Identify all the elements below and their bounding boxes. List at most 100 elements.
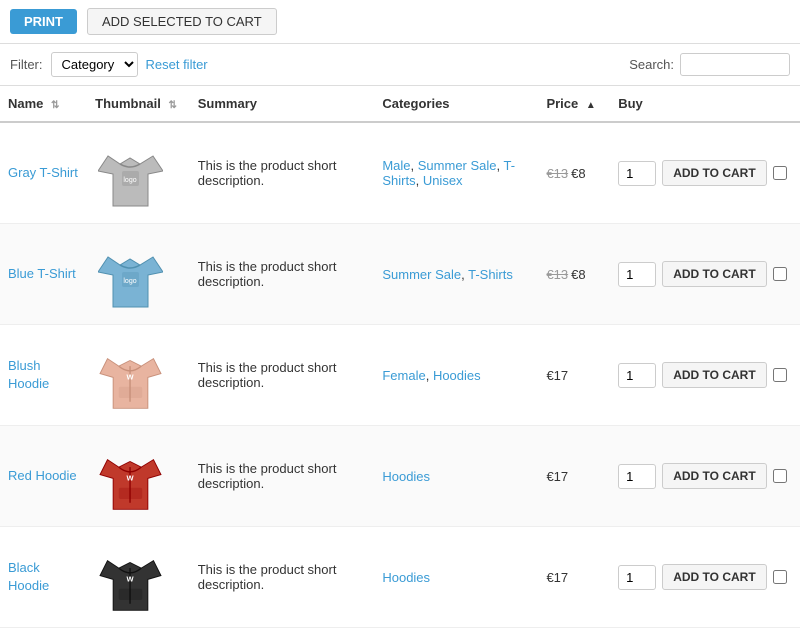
search-label: Search: [629,57,674,72]
svg-text:logo: logo [123,177,136,184]
price-sale: €8 [571,267,585,282]
product-thumbnail: W [95,335,165,415]
price-cell: €17 [538,527,610,628]
buy-cell: ADD TO CART [610,325,800,426]
summary-cell: This is the product short description. [190,527,375,628]
th-price-sort-icon: ▲ [586,100,596,111]
row-select-checkbox[interactable] [773,469,787,483]
product-summary: This is the product short description. [198,259,337,289]
category-link[interactable]: Summer Sale [382,267,461,282]
name-cell: Gray T-Shirt [0,122,87,224]
product-summary: This is the product short description. [198,461,337,491]
buy-cell: ADD TO CART [610,224,800,325]
product-thumbnail: W [95,537,165,617]
th-name[interactable]: Name ⇅ [0,86,87,122]
svg-text:W: W [126,473,134,482]
category-link[interactable]: Unisex [423,173,463,188]
quantity-input[interactable] [618,464,656,489]
product-thumbnail: W [95,436,165,516]
category-link[interactable]: Female [382,368,425,383]
categories-cell: Female, Hoodies [374,325,538,426]
filter-label: Filter: [10,57,43,72]
thumbnail-cell: logo [87,122,190,224]
table-header: Name ⇅ Thumbnail ⇅ Summary Categories Pr… [0,86,800,122]
product-thumbnail: logo [95,234,165,314]
categories-cell: Hoodies [374,426,538,527]
thumbnail-cell: logo [87,224,190,325]
row-select-checkbox[interactable] [773,368,787,382]
category-link[interactable]: Male [382,158,410,173]
product-summary: This is the product short description. [198,158,337,188]
filter-bar: Filter: Category Reset filter Search: [0,44,800,86]
name-cell: Blue T-Shirt [0,224,87,325]
product-name-link[interactable]: Red Hoodie [8,468,77,483]
product-name-link[interactable]: Blue T-Shirt [8,266,76,281]
quantity-input[interactable] [618,363,656,388]
add-to-cart-button[interactable]: ADD TO CART [662,261,766,287]
category-link[interactable]: T-Shirts [468,267,513,282]
th-buy: Buy [610,86,800,122]
svg-text:W: W [126,574,134,583]
th-name-sort-icon: ⇅ [51,100,59,111]
price-sale: €17 [546,469,568,484]
svg-text:logo: logo [123,278,136,285]
search-input[interactable] [680,53,790,76]
th-name-label: Name [8,96,43,111]
search-area: Search: [629,53,790,76]
print-button[interactable]: PRINT [10,9,77,34]
categories-cell: Summer Sale, T-Shirts [374,224,538,325]
table-row: Blue T-Shirt logo This is the product sh… [0,224,800,325]
th-categories-label: Categories [382,96,449,111]
th-thumbnail[interactable]: Thumbnail ⇅ [87,86,190,122]
quantity-input[interactable] [618,262,656,287]
table-row: Black Hoodie W This is the product short… [0,527,800,628]
categories-cell: Male, Summer Sale, T-Shirts, Unisex [374,122,538,224]
price-cell: €13€8 [538,122,610,224]
category-select[interactable]: Category [51,52,138,77]
buy-cell: ADD TO CART [610,122,800,224]
price-sale: €8 [571,166,585,181]
product-name-link[interactable]: Black Hoodie [8,560,49,593]
add-to-cart-button[interactable]: ADD TO CART [662,160,766,186]
product-name-link[interactable]: Gray T-Shirt [8,165,78,180]
product-summary: This is the product short description. [198,562,337,592]
reset-filter-link[interactable]: Reset filter [146,57,208,72]
th-thumbnail-label: Thumbnail [95,96,161,111]
th-thumbnail-sort-icon: ⇅ [169,100,177,111]
price-sale: €17 [546,570,568,585]
th-categories: Categories [374,86,538,122]
table-row: Gray T-Shirt logo This is the product sh… [0,122,800,224]
price-sale: €17 [546,368,568,383]
table-row: Red Hoodie W This is the product short d… [0,426,800,527]
add-to-cart-button[interactable]: ADD TO CART [662,564,766,590]
category-link[interactable]: Hoodies [433,368,481,383]
quantity-input[interactable] [618,565,656,590]
row-select-checkbox[interactable] [773,570,787,584]
thumbnail-cell: W [87,325,190,426]
category-link[interactable]: Summer Sale [418,158,497,173]
svg-text:W: W [126,372,134,381]
price-cell: €17 [538,325,610,426]
add-selected-button[interactable]: ADD SELECTED TO CART [87,8,277,35]
row-select-checkbox[interactable] [773,166,787,180]
product-thumbnail: logo [95,133,165,213]
categories-cell: Hoodies [374,527,538,628]
row-select-checkbox[interactable] [773,267,787,281]
th-price[interactable]: Price ▲ [538,86,610,122]
th-buy-label: Buy [618,96,643,111]
buy-cell: ADD TO CART [610,527,800,628]
table-row: Blush Hoodie W This is the product short… [0,325,800,426]
add-to-cart-button[interactable]: ADD TO CART [662,362,766,388]
product-name-link[interactable]: Blush Hoodie [8,358,49,391]
category-link[interactable]: Hoodies [382,570,430,585]
thumbnail-cell: W [87,527,190,628]
products-table: Name ⇅ Thumbnail ⇅ Summary Categories Pr… [0,86,800,628]
category-link[interactable]: Hoodies [382,469,430,484]
add-to-cart-button[interactable]: ADD TO CART [662,463,766,489]
quantity-input[interactable] [618,161,656,186]
summary-cell: This is the product short description. [190,122,375,224]
price-cell: €17 [538,426,610,527]
price-original: €13 [546,267,568,282]
th-price-label: Price [546,96,578,111]
summary-cell: This is the product short description. [190,325,375,426]
